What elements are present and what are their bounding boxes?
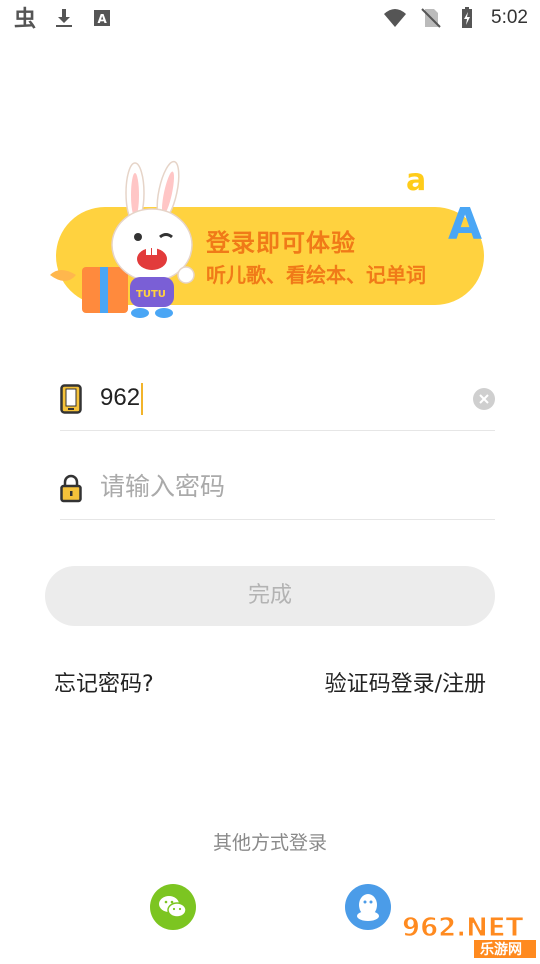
code-login-link[interactable]: 验证码登录/注册 [325, 666, 486, 698]
banner-deco-letter-small: a [406, 163, 427, 198]
watermark-logo: 962.NET 乐游网 [400, 910, 540, 960]
download-icon [56, 9, 72, 27]
close-icon [479, 394, 489, 404]
font-icon: A [94, 10, 110, 26]
other-login-label: 其他方式登录 [212, 832, 327, 854]
phone-input[interactable]: 962 [100, 380, 144, 416]
password-field[interactable]: 请输入密码 [60, 459, 495, 520]
no-sim-icon [421, 8, 441, 28]
banner-subtitle: 听儿歌、看绘本、记单词 [206, 263, 426, 287]
password-input[interactable]: 请输入密码 [100, 469, 225, 505]
phone-input-value: 962 [100, 384, 141, 411]
banner-deco-letter-large: A [448, 199, 483, 250]
bug-icon: 虫 [14, 6, 36, 30]
clock: 5:02 [491, 7, 528, 28]
status-bar: 虫 A 5:02 [0, 0, 540, 36]
text-cursor [141, 382, 144, 415]
wechat-icon [159, 896, 187, 918]
wifi-icon [384, 9, 407, 27]
qq-login-button[interactable] [345, 884, 391, 930]
svg-text:虫: 虫 [14, 6, 36, 30]
banner-title: 登录即可体验 [206, 229, 356, 257]
svg-text:A: A [98, 12, 108, 26]
clear-input-button[interactable] [473, 388, 495, 410]
battery-charging-icon [462, 7, 473, 28]
lock-icon [60, 474, 82, 503]
wechat-login-button[interactable] [150, 884, 196, 930]
rabbit-mascot-icon: TUTU [50, 160, 195, 318]
promo-banner: a A TUTU 登录即可体验 听儿歌、看绘本、记单词 [40, 155, 510, 335]
watermark-brand: 962.NET [402, 913, 524, 943]
watermark-subtitle: 乐游网 [480, 941, 522, 958]
phone-field[interactable]: 962 [60, 370, 495, 431]
svg-text:TUTU: TUTU [136, 289, 166, 300]
forgot-password-link[interactable]: 忘记密码? [54, 666, 154, 698]
qq-penguin-icon [357, 894, 379, 921]
phone-icon [60, 384, 82, 414]
submit-button[interactable]: 完成 [45, 566, 495, 626]
